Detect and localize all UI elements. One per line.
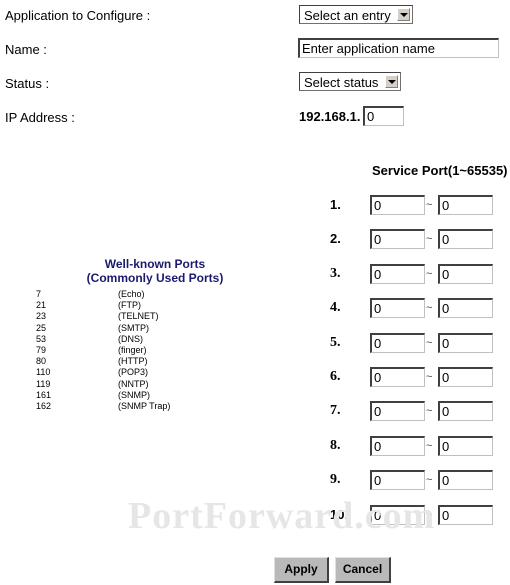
cancel-button[interactable]: Cancel	[335, 557, 391, 583]
well-known-port-service: (NNTP)	[118, 378, 149, 389]
well-known-port-service: (finger)	[118, 345, 147, 355]
status-select[interactable]: Select status	[299, 72, 401, 91]
well-known-port-number: 25	[36, 322, 47, 333]
status-select-value: Select status	[304, 75, 379, 90]
ip-last-octet-input[interactable]: 0	[363, 106, 404, 126]
port-from-input[interactable]: 0	[370, 435, 425, 456]
port-to-input[interactable]: 0	[438, 401, 493, 422]
well-known-port-number: 23	[36, 311, 47, 322]
port-range-separator: ~	[426, 199, 433, 211]
port-range-separator: ~	[426, 405, 433, 418]
port-row-index: 2.	[330, 231, 341, 247]
well-known-port-service: (SMTP)	[118, 322, 149, 333]
well-known-port-number: 119	[36, 378, 51, 389]
well-known-title-line1: Well-known Ports	[104, 257, 206, 271]
port-row-index: 1.	[330, 197, 341, 212]
port-row-index: 6.	[330, 369, 341, 384]
service-port-title: Service Port(1~65535)	[372, 163, 508, 178]
well-known-port-service: (DNS)	[118, 333, 143, 344]
status-label: Status :	[5, 76, 50, 91]
application-label: Application to Configure :	[5, 8, 151, 23]
well-known-port-number: 53	[36, 333, 47, 344]
port-to-input[interactable]: 0	[438, 298, 493, 319]
well-known-port-number: 7	[36, 289, 42, 299]
well-known-port-number: 161	[36, 389, 52, 400]
well-known-port-service: (Echo)	[118, 289, 145, 299]
port-row-index: 8.	[330, 437, 341, 453]
name-input[interactable]: Enter application name	[298, 38, 499, 58]
port-range-separator: ~	[426, 267, 433, 280]
port-to-input[interactable]: 0	[438, 263, 493, 284]
well-known-port-number: 80	[36, 356, 47, 367]
ip-prefix: 192.168.1.	[299, 109, 361, 124]
port-range-separator: ~	[426, 371, 433, 383]
port-row-index: 7.	[330, 403, 341, 419]
application-select-value: Select an entry	[304, 8, 391, 23]
port-to-input[interactable]: 0	[438, 435, 493, 456]
port-to-input[interactable]: 0	[438, 332, 493, 353]
port-range-separator: ~	[426, 439, 433, 452]
well-known-port-number: 110	[36, 367, 51, 378]
port-row-index: 4.	[330, 300, 341, 316]
port-range-separator: ~	[426, 302, 433, 315]
well-known-ports-title: Well-known Ports (Commonly Used Ports)	[70, 257, 240, 285]
well-known-port-service: (HTTP)	[118, 356, 148, 367]
well-known-port-number: 162	[36, 401, 52, 411]
well-known-port-number: 79	[36, 345, 47, 355]
port-from-input[interactable]: 0	[370, 470, 425, 491]
port-from-input[interactable]: 0	[370, 332, 425, 353]
port-from-input[interactable]: 0	[370, 195, 425, 215]
port-range-separator: ~	[426, 336, 433, 349]
apply-button[interactable]: Apply	[274, 557, 329, 583]
well-known-port-service: (TELNET)	[118, 311, 159, 322]
port-range-separator: ~	[426, 508, 433, 521]
port-row-index: 10.	[330, 506, 349, 522]
port-to-input[interactable]: 0	[438, 504, 493, 525]
port-from-input[interactable]: 0	[370, 229, 425, 250]
well-known-port-service: (POP3)	[118, 367, 149, 378]
application-select[interactable]: Select an entry	[299, 5, 413, 24]
port-row-index: 3.	[330, 265, 341, 281]
port-row-index: 5.	[330, 334, 341, 350]
port-to-input[interactable]: 0	[438, 470, 493, 491]
port-from-input[interactable]: 0	[370, 263, 425, 284]
well-known-port-service: (SNMP)	[118, 389, 150, 400]
port-from-input[interactable]: 0	[370, 298, 425, 319]
well-known-port-number: 21	[36, 300, 47, 311]
port-to-input[interactable]: 0	[438, 229, 493, 250]
well-known-title-line2: (Commonly Used Ports)	[86, 271, 224, 285]
port-from-input[interactable]: 0	[370, 504, 425, 525]
chevron-down-icon[interactable]	[385, 75, 398, 88]
port-row-index: 9.	[330, 472, 341, 488]
port-to-input[interactable]: 0	[438, 367, 493, 387]
port-range-separator: ~	[426, 233, 433, 246]
chevron-down-icon[interactable]	[397, 8, 410, 21]
name-label: Name :	[5, 42, 47, 57]
ip-address-label: IP Address :	[5, 110, 75, 125]
port-from-input[interactable]: 0	[370, 401, 425, 422]
port-range-separator: ~	[426, 474, 433, 487]
well-known-port-service: (FTP)	[118, 300, 141, 311]
well-known-port-service: (SNMP Trap)	[118, 401, 171, 411]
port-to-input[interactable]: 0	[438, 195, 493, 215]
port-from-input[interactable]: 0	[370, 367, 425, 387]
